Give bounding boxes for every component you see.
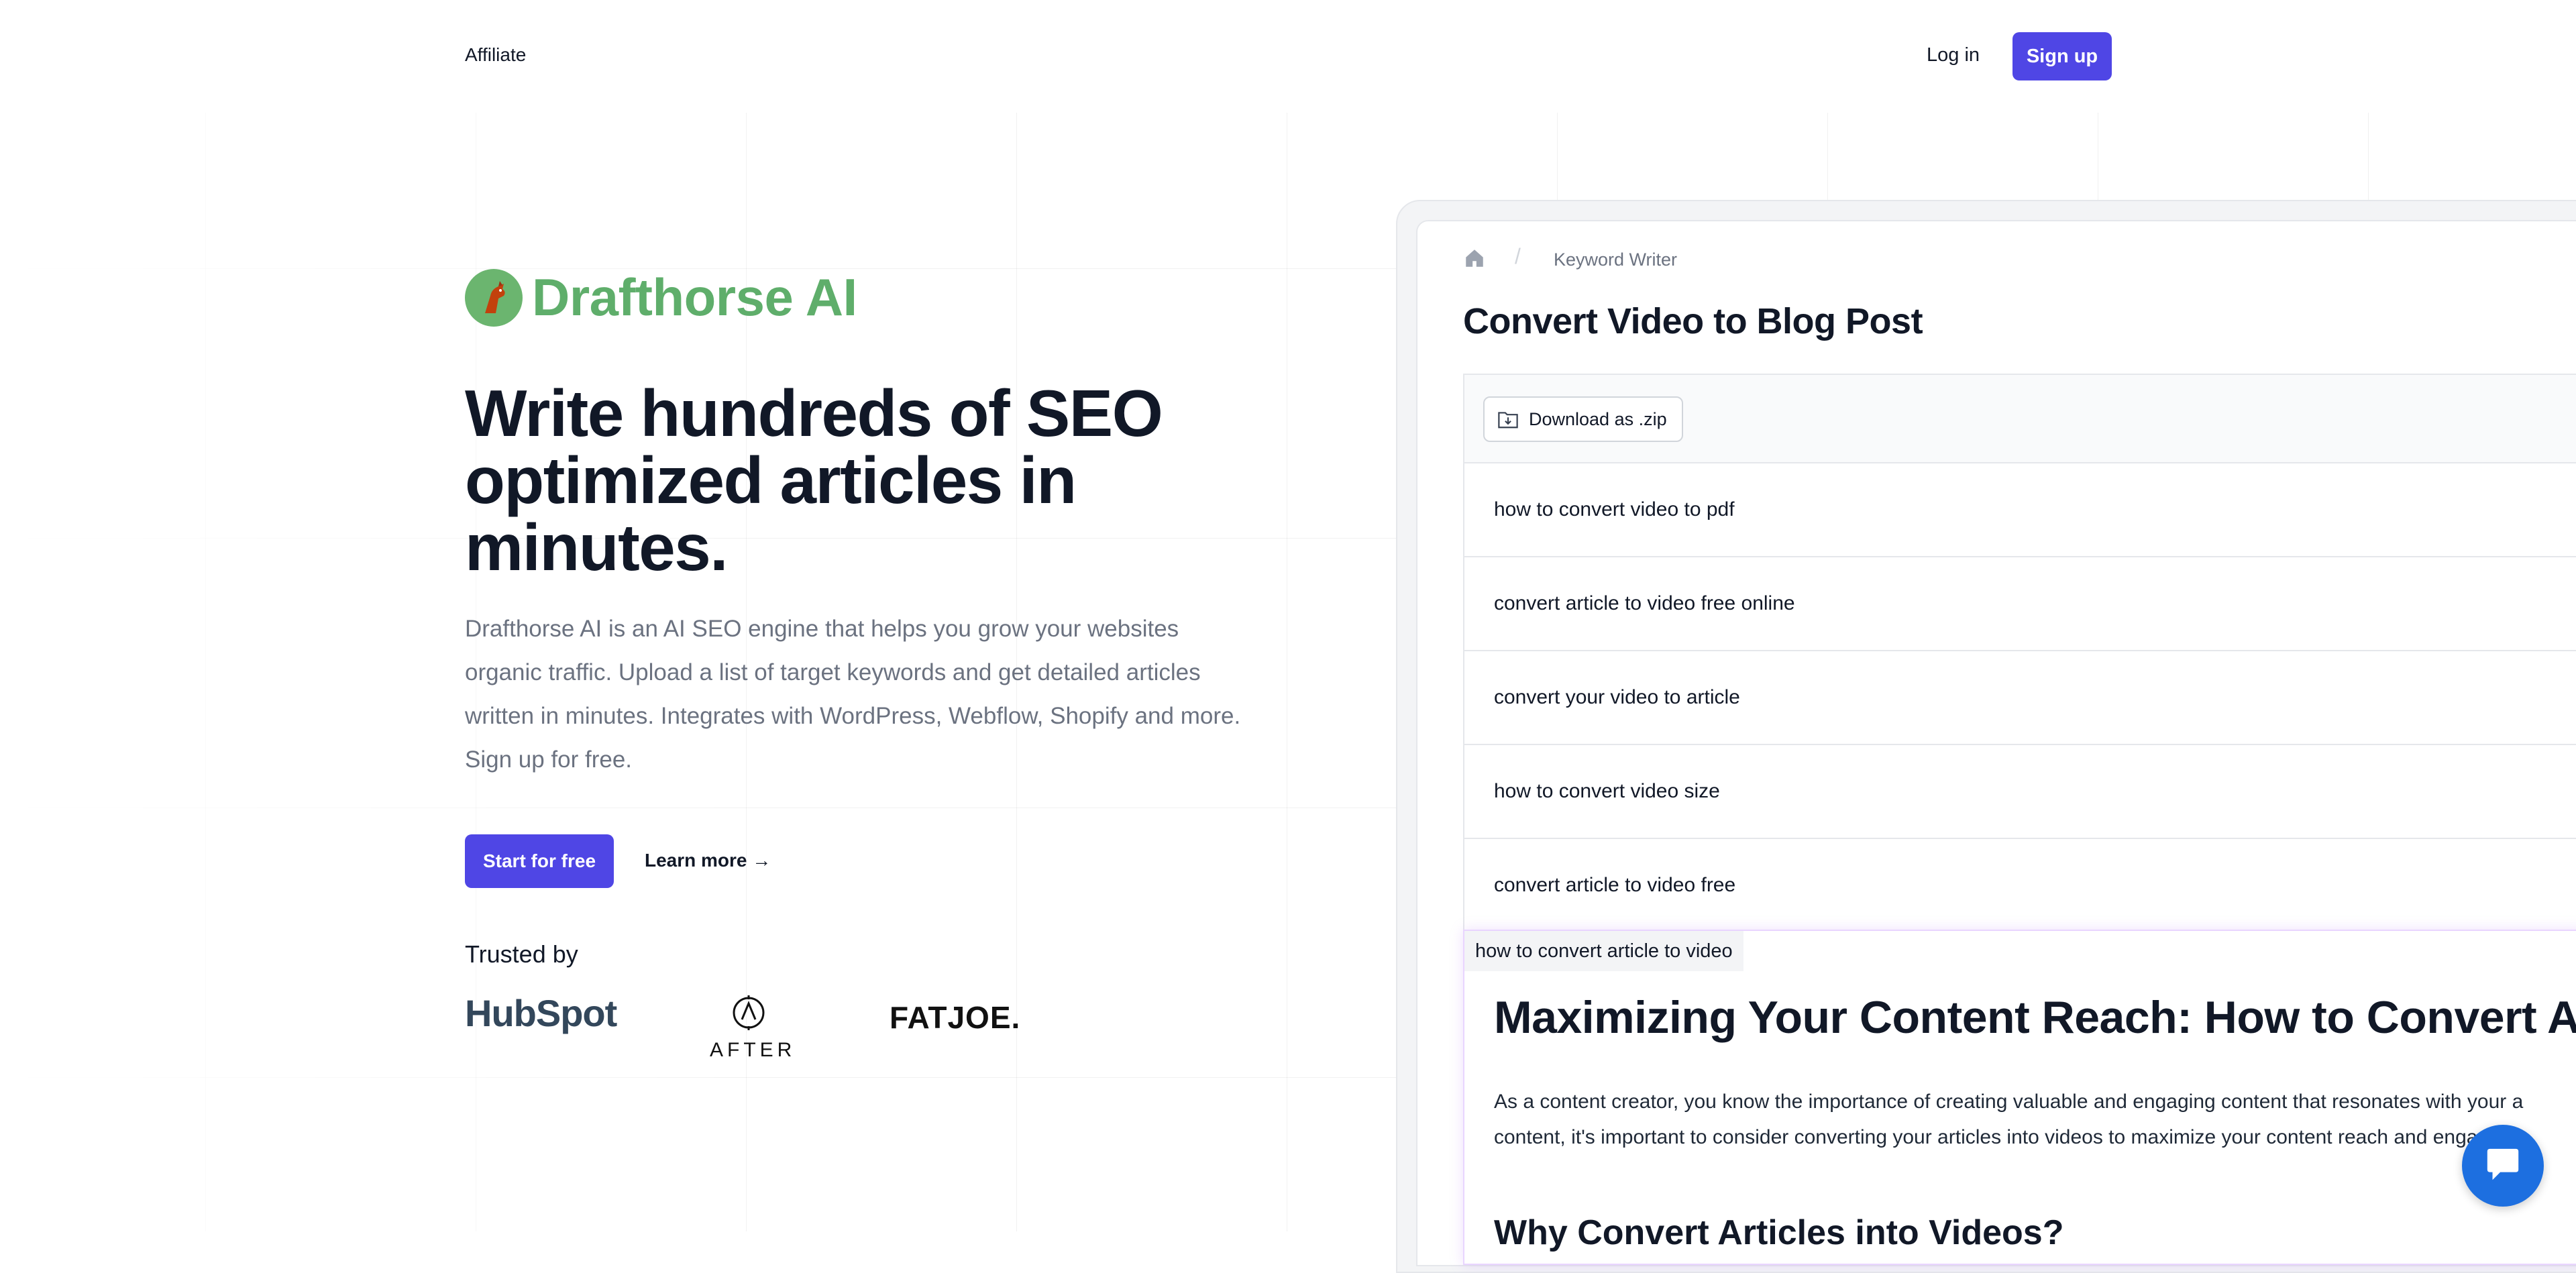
- folder-download-icon: [1497, 409, 1519, 429]
- hubspot-logo-text: HubSpot: [465, 992, 617, 1034]
- breadcrumb-keyword-writer[interactable]: Keyword Writer: [1554, 250, 1677, 270]
- keyword-row[interactable]: how to convert video size: [1464, 745, 2576, 839]
- keyword-row[interactable]: convert article to video free: [1464, 839, 2576, 933]
- headline-line: Write hundreds of SEO: [465, 376, 1163, 450]
- fatjoe-logo: FATJOE.: [890, 999, 1020, 1036]
- keyword-row[interactable]: convert article to video free online: [1464, 557, 2576, 651]
- article-paragraph-line: As a content creator, you know the impor…: [1494, 1091, 2524, 1113]
- keyword-row[interactable]: convert your video to article: [1464, 651, 2576, 745]
- article-paragraph: As a content creator, you know the impor…: [1494, 1084, 2576, 1155]
- download-label: Download as .zip: [1529, 408, 1667, 429]
- after-logo-icon: [733, 995, 765, 1030]
- download-zip-button[interactable]: Download as .zip: [1483, 396, 1683, 442]
- article-subheading: Why Convert Articles into Videos?: [1494, 1213, 2064, 1252]
- article-paragraph-line: content, it's important to consider conv…: [1494, 1126, 2517, 1148]
- headline-line: minutes.: [465, 510, 728, 584]
- signup-button[interactable]: Sign up: [2012, 32, 2112, 80]
- breadcrumb-separator: /: [1515, 244, 1521, 268]
- start-for-free-button[interactable]: Start for free: [465, 834, 614, 888]
- site-header: Affiliate Log in Sign up: [0, 0, 2576, 113]
- trusted-by-label: Trusted by: [465, 940, 578, 968]
- article-title: Maximizing Your Content Reach: How to Co…: [1494, 992, 2576, 1043]
- home-icon[interactable]: [1463, 247, 1486, 273]
- hero-description: Drafthorse AI is an AI SEO engine that h…: [465, 616, 1241, 773]
- chat-bubble-icon[interactable]: [2462, 1125, 2544, 1207]
- keyword-row[interactable]: how to convert video to pdf: [1464, 463, 2576, 557]
- hero-headline: Write hundreds of SEO optimized articles…: [465, 380, 1203, 581]
- login-link[interactable]: Log in: [1927, 44, 1980, 66]
- article-keyword-tag: how to convert article to video: [1464, 931, 1743, 971]
- fatjoe-logo-text: FATJOE.: [890, 1000, 1021, 1035]
- hubspot-logo: HubSpot: [465, 991, 617, 1035]
- learn-more-link[interactable]: Learn more →: [645, 850, 771, 871]
- after-logo-text: AFTER: [710, 1039, 796, 1061]
- page-title: Convert Video to Blog Post: [1463, 301, 1923, 341]
- headline-line: optimized articles in: [465, 443, 1077, 517]
- after-logo: AFTER: [710, 993, 796, 1062]
- horse-logo-icon: [465, 268, 523, 327]
- affiliate-link[interactable]: Affiliate: [465, 44, 526, 66]
- brand[interactable]: Drafthorse AI: [465, 267, 857, 328]
- brand-name: Drafthorse AI: [532, 268, 857, 327]
